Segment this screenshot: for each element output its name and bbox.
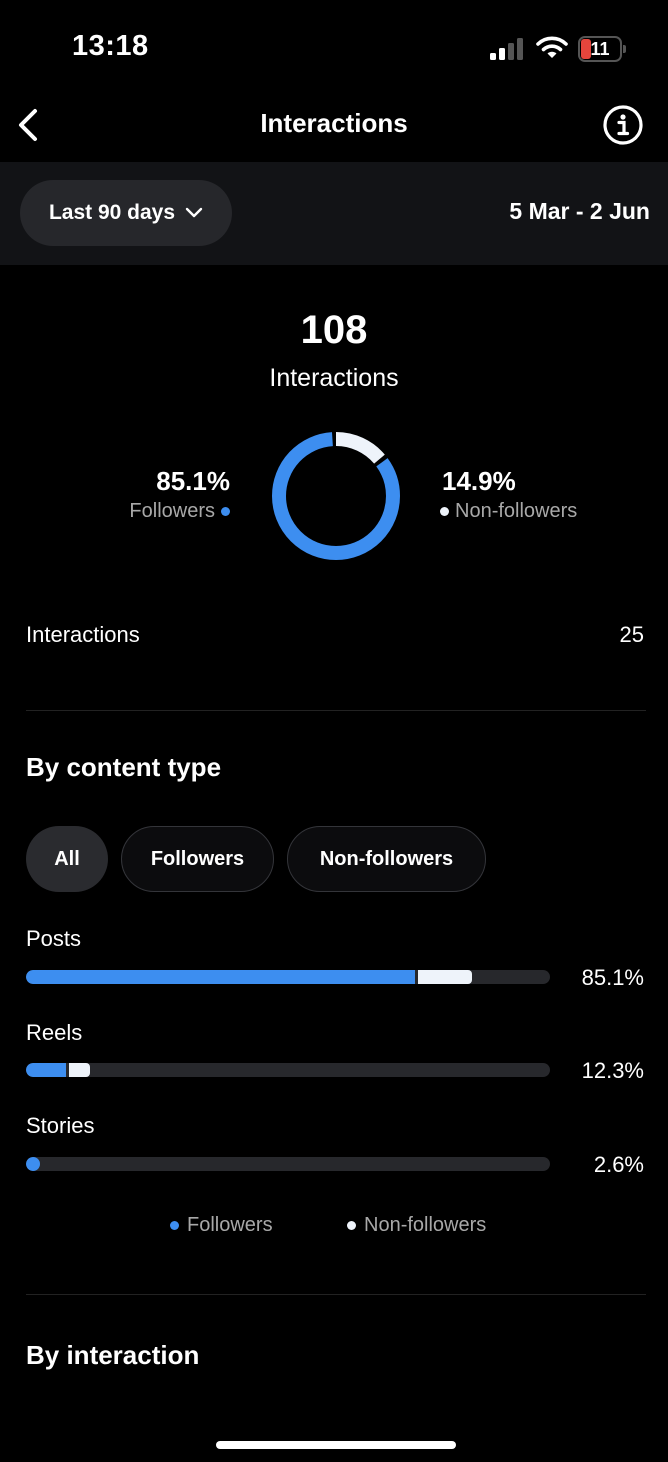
divider: [26, 710, 646, 711]
by-interaction-section-title: By interaction: [26, 1340, 200, 1370]
bar-followers-segment: [26, 1157, 40, 1171]
bar-track-stories: [26, 1157, 550, 1171]
total-interactions-label: Interactions: [269, 364, 399, 392]
non-followers-label: Non-followers: [455, 500, 578, 522]
chevron-down-icon: [185, 207, 203, 218]
status-time: 13:18: [72, 30, 149, 62]
non-followers-percent: 14.9%: [442, 466, 516, 496]
interactions-row-value: 25: [619, 622, 644, 647]
battery-icon: 11: [578, 36, 626, 62]
cellular-signal-icon: [490, 38, 523, 60]
header: Interactions: [0, 100, 668, 162]
followers-label: Followers: [129, 500, 215, 522]
total-interactions-count: 108: [300, 308, 368, 352]
bar-non-followers-segment: [69, 1063, 91, 1077]
legend-non-followers-label: Non-followers: [364, 1214, 487, 1236]
bar-label-reels: Reels: [26, 1020, 83, 1045]
bar-percent-posts: 85.1%: [581, 965, 644, 990]
followers-donut-chart: [272, 432, 400, 560]
content-type-section-title: By content type: [26, 752, 222, 782]
date-range-dropdown-label: Last 90 days: [48, 201, 176, 224]
date-range-text: 5 Mar - 2 Jun: [509, 198, 650, 224]
filter-bar: Last 90 days 5 Mar - 2 Jun: [0, 162, 668, 265]
chip-all[interactable]: All: [26, 826, 108, 892]
date-range-dropdown[interactable]: Last 90 days: [20, 180, 232, 246]
status-bar: 13:18 11: [0, 0, 668, 100]
battery-level: 11: [590, 39, 610, 59]
legend-non-followers: Non-followers: [347, 1214, 486, 1237]
home-indicator[interactable]: [216, 1441, 456, 1449]
followers-legend: Followers: [0, 500, 230, 523]
legend-followers-label: Followers: [187, 1214, 273, 1236]
non-followers-dot-icon: [347, 1221, 356, 1230]
bar-percent-reels: 12.3%: [581, 1058, 644, 1083]
chip-non-followers[interactable]: Non-followers: [287, 826, 486, 892]
bar-legend: Followers Non-followers: [0, 1214, 668, 1240]
bar-label-posts: Posts: [26, 926, 82, 951]
wifi-icon: [536, 36, 568, 58]
followers-dot-icon: [221, 507, 230, 516]
bar-label-stories: Stories: [26, 1113, 95, 1138]
interactions-row-label: Interactions: [26, 622, 140, 647]
bar-percent-stories: 2.6%: [593, 1152, 644, 1177]
divider: [26, 1294, 646, 1295]
legend-followers: Followers: [170, 1214, 273, 1237]
bar-followers-segment: [26, 1063, 67, 1077]
non-followers-legend: Non-followers: [440, 500, 577, 523]
followers-dot-icon: [170, 1221, 179, 1230]
bar-non-followers-segment: [417, 970, 472, 984]
bar-track-reels: [26, 1063, 550, 1077]
non-followers-dot-icon: [440, 507, 449, 516]
chip-followers[interactable]: Followers: [121, 826, 274, 892]
followers-percent: 85.1%: [156, 466, 230, 496]
bar-track-posts: [26, 970, 550, 984]
info-icon[interactable]: [602, 104, 644, 146]
bar-followers-segment: [26, 970, 415, 984]
page-title: Interactions: [260, 108, 408, 138]
